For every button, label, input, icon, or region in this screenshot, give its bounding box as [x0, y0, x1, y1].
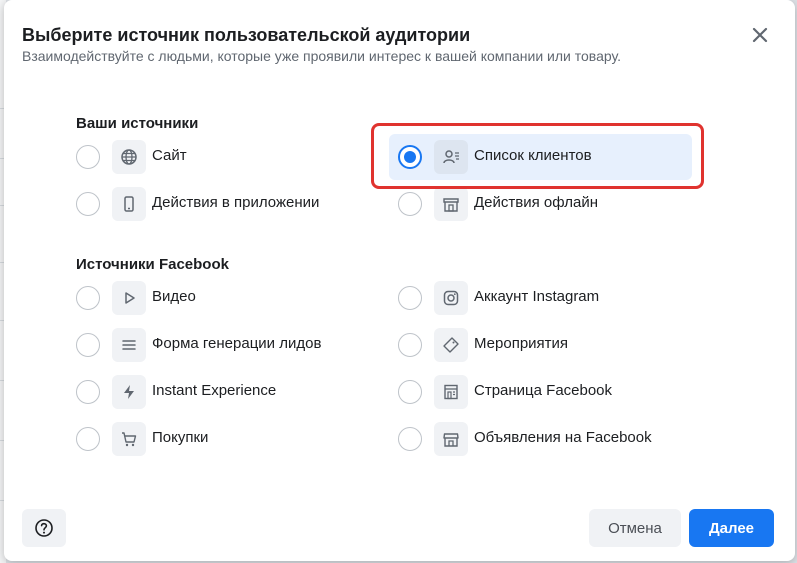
radio-events[interactable]	[398, 333, 422, 357]
radio-lead-form[interactable]	[76, 333, 100, 357]
play-icon	[112, 281, 146, 315]
radio-instagram[interactable]	[398, 286, 422, 310]
option-events[interactable]: Мероприятия	[398, 323, 688, 369]
option-label: Действия офлайн	[474, 194, 598, 211]
option-shopping[interactable]: Покупки	[76, 417, 356, 463]
option-fb-listings[interactable]: Объявления на Facebook	[398, 417, 688, 463]
section-facebook-sources: Источники Facebook	[76, 256, 229, 273]
next-button[interactable]: Далее	[689, 509, 774, 547]
lightning-icon	[112, 375, 146, 409]
option-label: Instant Experience	[152, 382, 277, 399]
option-label: Форма генерации лидов	[152, 335, 322, 352]
ticket-icon	[434, 328, 468, 362]
option-lead-form[interactable]: Форма генерации лидов	[76, 323, 356, 369]
option-label: Аккаунт Instagram	[474, 288, 600, 305]
option-label: Покупки	[152, 429, 209, 446]
option-label: Объявления на Facebook	[474, 429, 652, 446]
radio-fb-page[interactable]	[398, 380, 422, 404]
option-label: Мероприятия	[474, 335, 569, 352]
radio-shopping[interactable]	[76, 427, 100, 451]
radio-video[interactable]	[76, 286, 100, 310]
help-button[interactable]	[22, 509, 66, 547]
section-your-sources: Ваши источники	[76, 115, 199, 132]
option-video[interactable]: Видео	[76, 276, 356, 322]
radio-instant-experience[interactable]	[76, 380, 100, 404]
marketplace-icon	[434, 422, 468, 456]
option-instagram[interactable]: Аккаунт Instagram	[398, 276, 688, 322]
option-label: Страница Facebook	[474, 382, 613, 399]
radio-offline-activity[interactable]	[398, 192, 422, 216]
question-icon	[35, 519, 53, 537]
option-label: Видео	[152, 288, 196, 305]
audience-source-dialog: Выберите источник пользовательской аудит…	[4, 0, 795, 561]
option-app-activity[interactable]: Действия в приложении	[76, 182, 356, 228]
store-icon	[434, 187, 468, 221]
radio-app-activity[interactable]	[76, 192, 100, 216]
highlight-annotation-box	[371, 123, 704, 189]
lines-icon	[112, 328, 146, 362]
instagram-icon	[434, 281, 468, 315]
page-icon	[434, 375, 468, 409]
cart-icon	[112, 422, 146, 456]
option-instant-experience[interactable]: Instant Experience	[76, 370, 356, 416]
option-label: Сайт	[152, 147, 187, 164]
dialog-subtitle: Взаимодействуйте с людьми, которые уже п…	[22, 48, 621, 64]
option-site[interactable]: Сайт	[76, 135, 356, 181]
option-label: Действия в приложении	[152, 194, 320, 211]
option-fb-page[interactable]: Страница Facebook	[398, 370, 688, 416]
globe-icon	[112, 140, 146, 174]
dialog-title: Выберите источник пользовательской аудит…	[22, 25, 471, 45]
cancel-button[interactable]: Отмена	[589, 509, 681, 547]
radio-site[interactable]	[76, 145, 100, 169]
radio-fb-listings[interactable]	[398, 427, 422, 451]
mobile-icon	[112, 187, 146, 221]
close-icon[interactable]	[749, 24, 771, 46]
